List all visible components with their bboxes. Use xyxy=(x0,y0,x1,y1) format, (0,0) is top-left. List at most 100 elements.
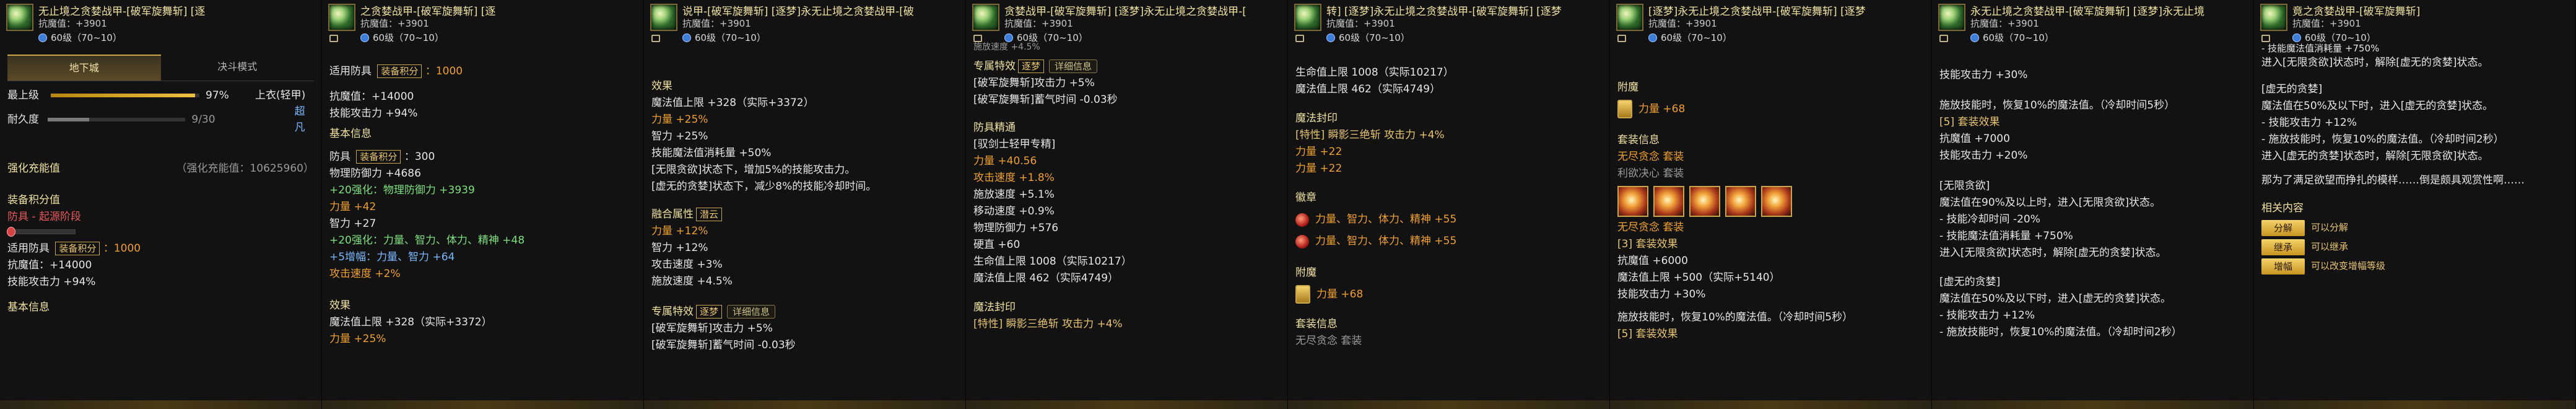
level-icon xyxy=(2292,33,2301,42)
item-title: 竟之贪婪战甲-[破军旋舞斩] xyxy=(2292,6,2421,18)
durability-bar xyxy=(48,118,186,121)
mode-tabs: 地下城 决斗模式 xyxy=(7,55,314,81)
set-piece-icon[interactable] xyxy=(1689,186,1720,217)
flavor-text: 那为了满足欲望而挣扎的模样……倒是颇具观赏性啊…… xyxy=(2261,174,2525,187)
void-line-2: - 技能攻击力 +12% xyxy=(1939,309,2035,322)
detail-button[interactable]: 详细信息 xyxy=(1049,59,1098,73)
set-mp: 魔法值上限 +500（实际+5140） xyxy=(1617,271,1780,284)
set-piece-icon[interactable] xyxy=(1725,186,1756,217)
grade-row: 最上级 97% 上衣(轻甲) xyxy=(7,87,314,103)
seal-trait: [特性] 瞬影三绝斩 攻击力 +4% xyxy=(973,318,1123,330)
item-header: 无止境之贪婪战甲-[破军旋舞斩] [逐 抗魔值：+3901 60级（70~10） xyxy=(0,0,321,48)
set-piece-icon[interactable] xyxy=(1653,186,1684,217)
fusion-str: 力量 +12% xyxy=(651,225,708,237)
item-resist: 抗魔值：+3901 xyxy=(38,18,107,29)
tooltip-panel-6: [逐梦]永无止境之贪婪战甲-[破军旋舞斩] [逐梦 抗魔值：+3901 60级（… xyxy=(1610,0,1932,409)
enchant-title: 附魔 xyxy=(1295,266,1316,279)
level-icon xyxy=(682,33,691,42)
mastery-phys-def: 物理防御力 +576 xyxy=(973,222,1059,234)
seal-title: 魔法封印 xyxy=(973,301,1016,314)
level-text: 60级（70~10） xyxy=(1983,32,2054,43)
fit-value: 1000 xyxy=(113,242,141,255)
tab-dungeon[interactable]: 地下城 xyxy=(7,55,161,81)
inherit-button[interactable]: 继承 xyxy=(2261,239,2305,255)
emblem-row-2: 力量、智力、体力、精神 +55 xyxy=(1295,233,1602,250)
void-line-1: 魔法值在50%及以下时，进入[虚无的贪婪]状态。 xyxy=(1939,292,2172,305)
item-title: 之贪婪战甲-[破军旋舞斩] [逐 xyxy=(360,6,496,18)
amp-label: +5增幅： xyxy=(329,251,377,263)
mastery-sub: [驭剑士轻甲专精] xyxy=(973,138,1056,151)
item-title: 永无止境之贪婪战甲-[破军旋舞斩] [逐梦]永无止境 xyxy=(1970,6,2205,18)
set-piece-icon[interactable] xyxy=(1761,186,1792,217)
item-level: 60级（70~10） xyxy=(1326,31,1410,44)
fit-tag: 装备积分 xyxy=(55,242,100,255)
set-skill-atk: 技能攻击力 +30% xyxy=(1617,288,1706,301)
lock-icon xyxy=(2261,35,2270,42)
item-level: 60级（70~10） xyxy=(38,31,122,44)
grade-bar xyxy=(51,94,199,97)
void-title: [虚无的贪婪] xyxy=(2261,83,2323,95)
stage-slider[interactable] xyxy=(7,227,314,237)
phys-def: 物理防御力 +4686 xyxy=(329,167,421,180)
tooltip-panel-4: 贪婪战甲-[破军旋舞斩] [逐梦]永无止境之贪婪战甲-[ 抗魔值：+3901 6… xyxy=(966,0,1288,409)
item-resist: 抗魔值：+3901 xyxy=(682,18,751,29)
card-icon xyxy=(1295,285,1310,304)
set-item-icons xyxy=(1617,186,1924,217)
lock-icon xyxy=(651,35,660,42)
bottom-bar xyxy=(1288,400,1609,409)
amplify-button[interactable]: 增幅 xyxy=(2261,258,2305,275)
set-name: 无尽贪念 套装 xyxy=(1295,335,1362,347)
set-line: 无尽贪念 套装 xyxy=(1617,221,1684,234)
level-icon xyxy=(360,33,369,42)
detail-button[interactable]: 详细信息 xyxy=(727,305,776,319)
level-text: 60级（70~10） xyxy=(1339,32,1410,43)
fit-row: 适用防具 装备积分 ：1000 xyxy=(329,64,463,78)
durability-value: 9/30 xyxy=(191,113,215,126)
mp-max: 魔法值上限 +328（实际+3372） xyxy=(329,316,492,328)
tab-pvp[interactable]: 决斗模式 xyxy=(161,55,315,81)
amp-row: +5增幅：力量、智力 +64 xyxy=(329,249,636,266)
slot-type: 上衣(轻甲) xyxy=(255,89,306,102)
special-line-2: [破军旋舞斩]蓄气时间 -0.03秒 xyxy=(651,339,796,351)
bottom-bar xyxy=(322,400,643,409)
tooltip-panel-1: 无止境之贪婪战甲-[破军旋舞斩] [逐 抗魔值：+3901 60级（70~10）… xyxy=(0,0,322,409)
item-icon xyxy=(1938,4,1965,31)
mastery-hard: 硬直 +60 xyxy=(973,239,1020,251)
item-level: 60级（70~10） xyxy=(1004,31,1088,44)
level-text: 60级（70~10） xyxy=(51,32,122,43)
greed-line-1: [无限贪欲]状态下，增加5%的技能攻击力。 xyxy=(651,164,856,176)
disassemble-button[interactable]: 分解 xyxy=(2261,219,2305,236)
lock-icon xyxy=(973,35,982,42)
effect-title: 效果 xyxy=(329,299,350,312)
mastery-hp: 生命值上限 1008（实际10217） xyxy=(973,255,1132,268)
stage-track[interactable] xyxy=(7,227,76,237)
set-piece-icon[interactable] xyxy=(1617,186,1648,217)
action-inherit: 继承 可以继承 xyxy=(2261,239,2568,255)
inherit-desc: 可以继承 xyxy=(2311,241,2349,252)
fusion-tag: 潜云 xyxy=(696,208,723,221)
regen-line: 施放技能时，恢复10%的魔法值。（冷却时间5秒） xyxy=(1939,99,2175,112)
fusion-title: 融合属性 xyxy=(651,208,694,221)
greed-line-4: 进入[无限贪欲]状态时，解除[虚无的贪婪]状态。 xyxy=(1939,247,2167,259)
lock-icon xyxy=(1295,35,1304,42)
void-title: [虚无的贪婪] xyxy=(1939,276,2001,288)
item-title: [逐梦]永无止境之贪婪战甲-[破军旋舞斩] [逐梦 xyxy=(1648,6,1866,18)
set-5-title: [5] 套装效果 xyxy=(1939,116,2000,128)
item-level: 60级（70~10） xyxy=(2292,31,2376,44)
special-line-1: [破军旋舞斩]攻击力 +5% xyxy=(973,77,1095,89)
action-amplify: 增幅 可以改变增幅等级 xyxy=(2261,258,2568,275)
set-skill-atk: 技能攻击力 +20% xyxy=(1939,149,2028,162)
durability-row: 耐久度 9/30 超凡 xyxy=(7,103,314,136)
fusion-cast-speed: 施放速度 +4.5% xyxy=(651,275,733,288)
grade-label: 最上级 xyxy=(7,89,39,102)
set-points-title: 装备积分值 xyxy=(7,194,60,206)
stage-knob[interactable] xyxy=(7,227,15,237)
base-info-title: 基本信息 xyxy=(329,128,372,140)
item-level: 60级（70~10） xyxy=(682,31,766,44)
special-line-2: [破军旋舞斩]蓄气时间 -0.03秒 xyxy=(973,94,1118,106)
item-title: 转] [逐梦]永无止境之贪婪战甲-[破军旋舞斩] [逐梦 xyxy=(1326,6,1562,18)
special-title: 专属特效 xyxy=(973,60,1016,73)
lock-icon xyxy=(1939,35,1948,42)
item-level: 60级（70~10） xyxy=(1648,31,1732,44)
tooltip-panel-8: 竟之贪婪战甲-[破军旋舞斩] 抗魔值：+3901 60级（70~10） - 技能… xyxy=(2254,0,2576,409)
